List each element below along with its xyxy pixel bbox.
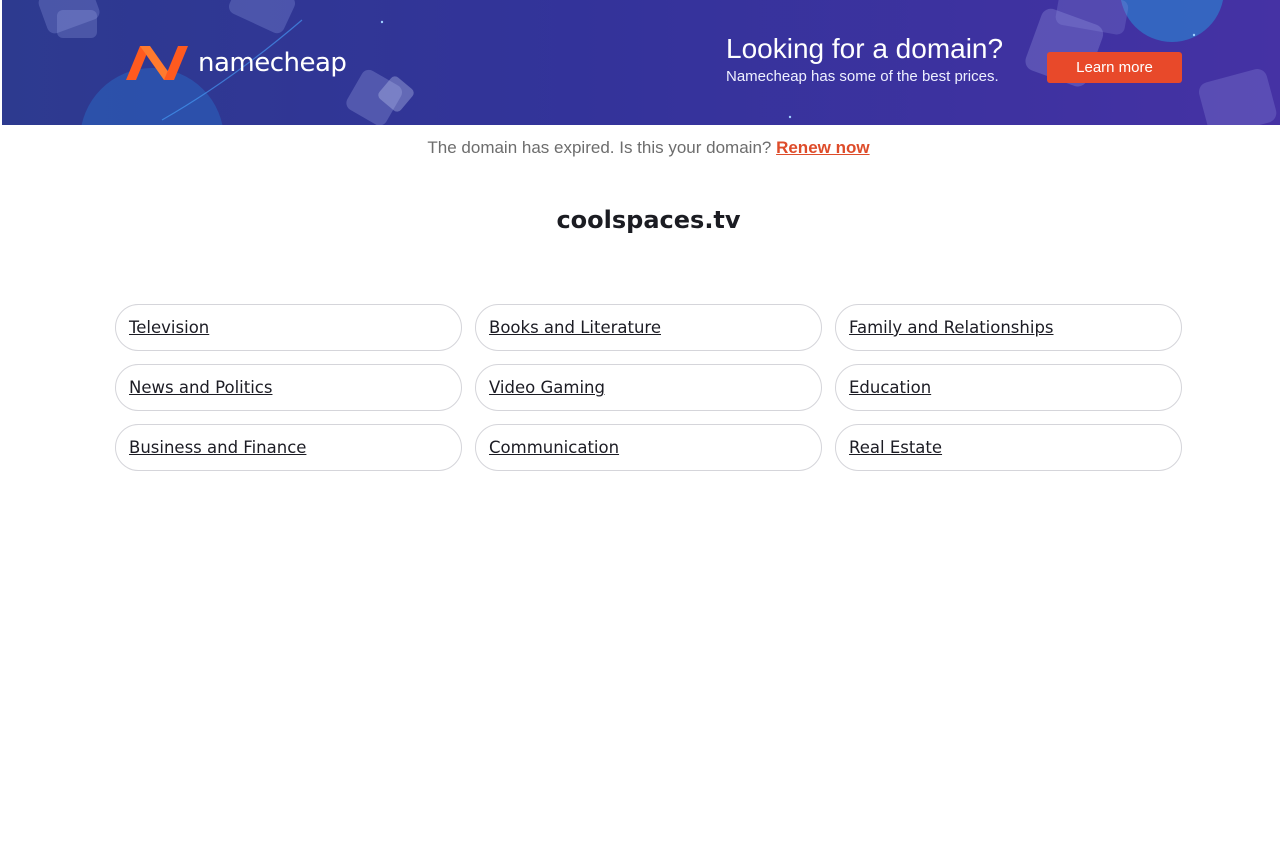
namecheap-logo[interactable]: namecheap bbox=[124, 42, 347, 84]
learn-more-button[interactable]: Learn more bbox=[1047, 52, 1182, 83]
category-link-business-and-finance[interactable]: Business and Finance bbox=[115, 424, 462, 471]
namecheap-logo-icon bbox=[126, 46, 188, 80]
expiry-notice: The domain has expired. Is this your dom… bbox=[0, 138, 1280, 158]
logo-wordmark: namecheap bbox=[198, 48, 347, 78]
promo-headline: Looking for a domain? bbox=[726, 33, 1004, 64]
category-link-real-estate[interactable]: Real Estate bbox=[835, 424, 1182, 471]
promo-subline: Namecheap has some of the best prices. bbox=[726, 68, 999, 85]
category-link-family-and-relationships[interactable]: Family and Relationships bbox=[835, 304, 1182, 351]
category-link-books-and-literature[interactable]: Books and Literature bbox=[475, 304, 822, 351]
category-link-education[interactable]: Education bbox=[835, 364, 1182, 411]
promo-text: Looking for a domain? Namecheap has some… bbox=[726, 32, 1026, 88]
category-grid: Television Books and Literature Family a… bbox=[115, 304, 1182, 471]
domain-name: coolspaces.tv bbox=[556, 206, 741, 234]
category-link-television[interactable]: Television bbox=[115, 304, 462, 351]
renew-now-link[interactable]: Renew now bbox=[776, 138, 870, 157]
promo-banner: namecheap Looking for a domain? Namechea… bbox=[2, 0, 1280, 125]
category-link-news-and-politics[interactable]: News and Politics bbox=[115, 364, 462, 411]
category-link-video-gaming[interactable]: Video Gaming bbox=[475, 364, 822, 411]
expiry-notice-text: The domain has expired. Is this your dom… bbox=[427, 138, 777, 157]
category-link-communication[interactable]: Communication bbox=[475, 424, 822, 471]
